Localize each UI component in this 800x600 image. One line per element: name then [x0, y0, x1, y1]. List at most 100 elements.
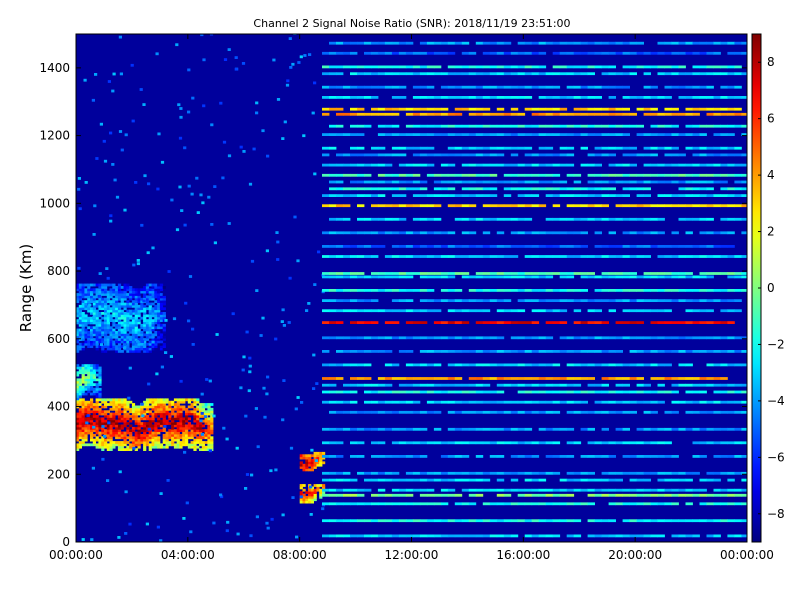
noise-band-cell [391, 455, 400, 458]
noise-band-cell [727, 51, 735, 55]
heatmap-cell [134, 316, 138, 320]
noise-band-cell [454, 85, 463, 89]
noise-band-cell [678, 187, 686, 191]
heatmap-cell [155, 372, 159, 376]
heatmap-cell [179, 115, 183, 119]
heatmap-cell [84, 424, 88, 428]
heatmap-cell [299, 495, 303, 499]
noise-band-cell [727, 65, 735, 69]
noise-band-cell [685, 41, 693, 45]
heatmap-cell [145, 319, 150, 322]
noise-band-cell [329, 272, 337, 275]
noise-band-cell [510, 519, 519, 523]
noise-band-cell [510, 383, 519, 387]
noise-band-cell [384, 275, 393, 279]
noise-band-cell [580, 321, 588, 324]
noise-band-cell [398, 65, 407, 69]
heatmap-cell [87, 290, 91, 294]
noise-band-cell [566, 441, 575, 445]
noise-band-cell [580, 377, 588, 380]
noise-band-cell [559, 289, 568, 292]
noise-band-cell [357, 107, 365, 111]
noise-band-cell [636, 519, 644, 523]
noise-band-cell [713, 488, 721, 492]
noise-band-cell [475, 194, 484, 197]
noise-band-cell [629, 96, 637, 99]
heatmap-cell [115, 319, 119, 322]
heatmap-cell [207, 195, 211, 199]
heatmap-cell [126, 342, 130, 346]
noise-band-cell [594, 383, 602, 387]
noise-band-cell [350, 272, 358, 275]
heatmap-cell [261, 129, 265, 133]
noise-band-cell [510, 217, 519, 221]
noise-band-cell [608, 336, 616, 340]
noise-band-cell [405, 534, 414, 538]
heatmap-cell [145, 415, 150, 418]
noise-band-cell [503, 309, 512, 313]
noise-band-cell [622, 363, 630, 367]
heatmap-cell [95, 283, 99, 287]
heatmap-cell [92, 319, 96, 322]
noise-band-cell [720, 321, 728, 324]
noise-band-cell [350, 441, 358, 445]
noise-band-cell [510, 275, 519, 279]
noise-band-cell [489, 204, 498, 208]
noise-band-cell [629, 146, 637, 150]
noise-band-cell [454, 478, 463, 482]
heatmap-cell [115, 398, 119, 402]
noise-band-cell [720, 493, 728, 497]
heatmap-cell [90, 335, 94, 339]
noise-band-cell [671, 299, 679, 302]
noise-band-cell [587, 488, 595, 492]
heatmap-cell [281, 137, 285, 140]
noise-band-cell [350, 107, 358, 111]
heatmap-cell [173, 405, 178, 409]
heatmap-cell [129, 293, 133, 296]
heatmap-cell [128, 522, 132, 526]
noise-band-cell [350, 350, 358, 353]
heatmap-cell [148, 431, 152, 435]
heatmap-cell [143, 319, 147, 322]
heatmap-cell [78, 434, 82, 437]
noise-band-cell [447, 124, 456, 128]
noise-band-cell [573, 72, 582, 76]
heatmap-cell [87, 387, 91, 391]
noise-band-cell [608, 173, 616, 177]
heatmap-cell [84, 328, 88, 332]
noise-band-cell [636, 321, 644, 324]
heatmap-cell [120, 321, 124, 325]
noise-band-cell [727, 204, 735, 208]
heatmap-cell [98, 431, 102, 435]
noise-band-cell [699, 289, 707, 292]
noise-band-cell [545, 427, 554, 431]
heatmap-cell [123, 316, 127, 320]
heatmap-cell [137, 309, 141, 313]
noise-band-cell [727, 299, 735, 302]
heatmap-cell [90, 307, 94, 311]
noise-band-cell [622, 427, 630, 431]
heatmap-cell [137, 405, 141, 409]
noise-band-cell [650, 217, 658, 221]
heatmap-cell [107, 421, 111, 425]
noise-band-cell [650, 493, 658, 497]
heatmap-cell [78, 426, 82, 430]
heatmap-cell [95, 319, 99, 322]
noise-band-cell [636, 96, 644, 99]
heatmap-cell [101, 323, 105, 327]
noise-band-cell [552, 107, 561, 111]
noise-band-cell [440, 231, 449, 235]
heatmap-cell [207, 422, 211, 425]
noise-band-cell [706, 146, 714, 150]
chart-title: Channel 2 Signal Noise Ratio (SNR): 2018… [253, 17, 570, 30]
noise-band-cell [419, 231, 428, 235]
heatmap-cell [98, 390, 102, 394]
heatmap-cell [183, 223, 187, 227]
heatmap-cell [92, 338, 96, 341]
noise-band-cell [426, 488, 435, 492]
noise-band-cell [720, 133, 728, 136]
heatmap-cell [78, 207, 82, 211]
noise-band-cell [398, 194, 407, 197]
noise-band-cell [678, 163, 686, 167]
noise-band-cell [566, 272, 575, 275]
